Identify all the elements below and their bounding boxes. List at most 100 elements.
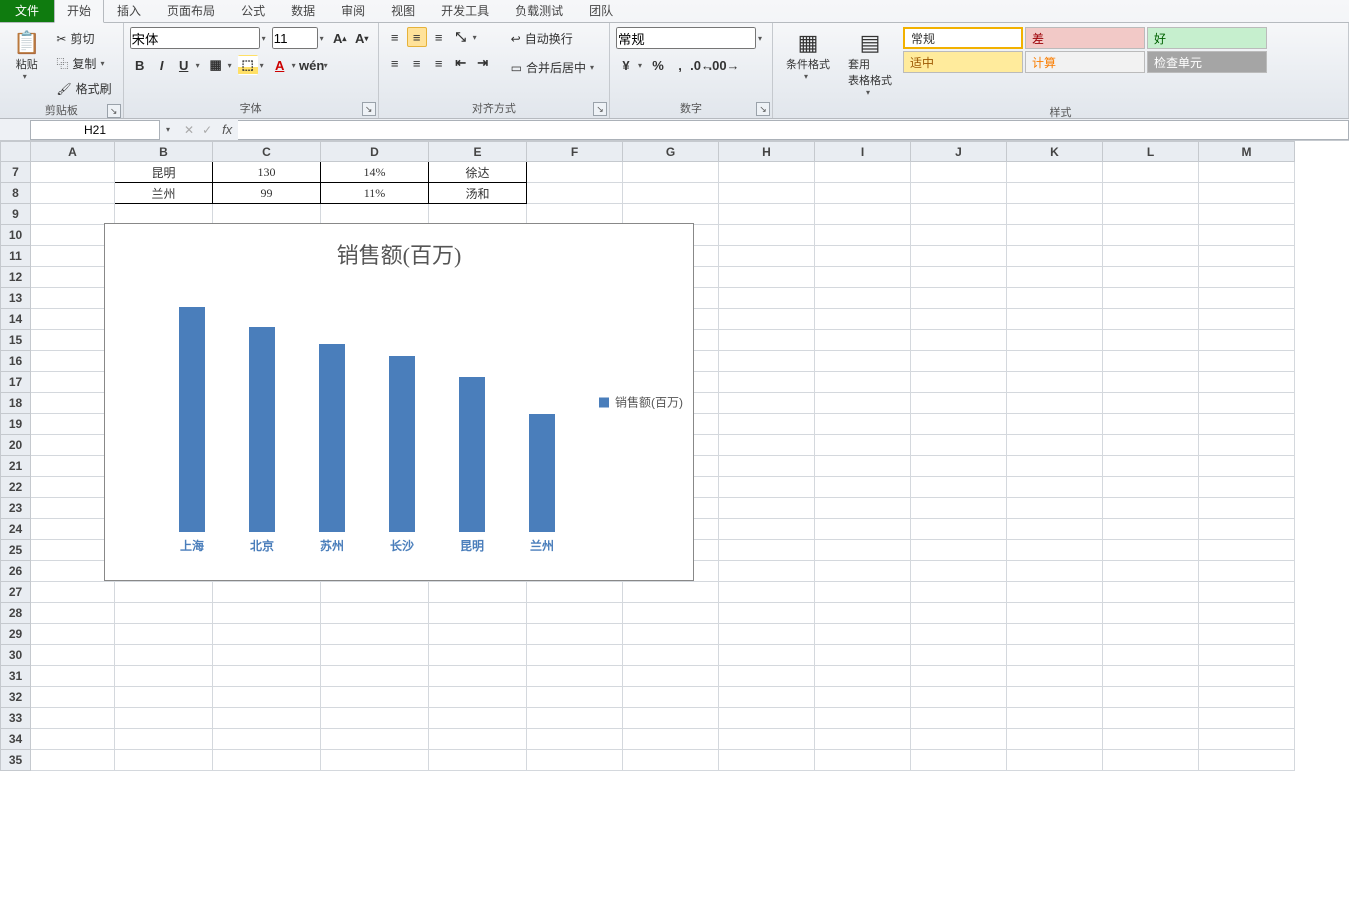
cell[interactable] <box>1007 267 1103 288</box>
cell[interactable] <box>1199 435 1295 456</box>
col-header[interactable]: F <box>527 142 623 162</box>
cell[interactable] <box>815 204 911 225</box>
cell[interactable] <box>527 582 623 603</box>
cell[interactable] <box>213 666 321 687</box>
cell[interactable] <box>31 288 115 309</box>
col-header[interactable]: I <box>815 142 911 162</box>
row-header[interactable]: 24 <box>1 519 31 540</box>
cell[interactable] <box>1199 603 1295 624</box>
cell[interactable] <box>911 582 1007 603</box>
cell[interactable] <box>321 666 429 687</box>
cell[interactable] <box>1007 666 1103 687</box>
cell[interactable] <box>1103 288 1199 309</box>
dialog-launcher-icon[interactable]: ↘ <box>107 104 121 118</box>
cell[interactable] <box>1103 204 1199 225</box>
align-left-button[interactable]: ≡ <box>385 53 405 73</box>
worksheet-grid[interactable]: ABCDEFGHIJKLM7昆明13014%徐达8兰州9911%汤和910111… <box>0 141 1349 912</box>
cell[interactable] <box>527 624 623 645</box>
cell[interactable] <box>213 750 321 771</box>
cell[interactable] <box>1199 687 1295 708</box>
cell[interactable] <box>1199 456 1295 477</box>
cell[interactable]: 汤和 <box>429 183 527 204</box>
format-painter-button[interactable]: 🖌格式刷 <box>51 77 116 100</box>
cell[interactable] <box>1103 540 1199 561</box>
number-format-select[interactable] <box>616 27 756 49</box>
cell[interactable] <box>321 624 429 645</box>
cell[interactable] <box>527 204 623 225</box>
cell[interactable] <box>911 351 1007 372</box>
tab-review[interactable]: 审阅 <box>328 0 378 22</box>
increase-font-button[interactable]: A▴ <box>330 28 350 48</box>
cell[interactable] <box>623 666 719 687</box>
cell[interactable] <box>429 666 527 687</box>
cell[interactable] <box>1007 540 1103 561</box>
cell[interactable] <box>31 708 115 729</box>
cell[interactable]: 兰州 <box>115 183 213 204</box>
cell[interactable] <box>1103 498 1199 519</box>
cell[interactable] <box>1007 183 1103 204</box>
cell[interactable] <box>1007 687 1103 708</box>
cell[interactable] <box>321 750 429 771</box>
tab-formula[interactable]: 公式 <box>228 0 278 22</box>
cell[interactable] <box>911 162 1007 183</box>
cell[interactable] <box>719 414 815 435</box>
cell[interactable] <box>429 750 527 771</box>
cell[interactable] <box>815 435 911 456</box>
row-header[interactable]: 21 <box>1 456 31 477</box>
cell[interactable] <box>31 477 115 498</box>
cell[interactable] <box>1103 183 1199 204</box>
cell[interactable] <box>31 393 115 414</box>
row-header[interactable]: 9 <box>1 204 31 225</box>
cell[interactable] <box>815 183 911 204</box>
cell[interactable] <box>1199 582 1295 603</box>
cell[interactable] <box>815 456 911 477</box>
row-header[interactable]: 8 <box>1 183 31 204</box>
cell[interactable] <box>1199 309 1295 330</box>
cell[interactable] <box>911 540 1007 561</box>
cell[interactable] <box>527 666 623 687</box>
row-header[interactable]: 35 <box>1 750 31 771</box>
cell[interactable] <box>1007 603 1103 624</box>
cell[interactable] <box>1007 435 1103 456</box>
row-header[interactable]: 12 <box>1 267 31 288</box>
cell[interactable]: 130 <box>213 162 321 183</box>
cell[interactable] <box>527 603 623 624</box>
chevron-down-icon[interactable]: ▾ <box>758 34 766 43</box>
cell[interactable] <box>31 729 115 750</box>
cell[interactable] <box>815 330 911 351</box>
decrease-indent-button[interactable]: ⇤ <box>451 53 471 73</box>
cell[interactable] <box>1199 267 1295 288</box>
formula-input[interactable] <box>238 120 1349 140</box>
row-header[interactable]: 20 <box>1 435 31 456</box>
cell[interactable] <box>31 162 115 183</box>
cell[interactable] <box>911 708 1007 729</box>
cell[interactable] <box>719 624 815 645</box>
col-header[interactable]: C <box>213 142 321 162</box>
font-size-input[interactable] <box>272 27 318 49</box>
cell[interactable] <box>623 729 719 750</box>
cell[interactable] <box>911 393 1007 414</box>
cell[interactable] <box>911 729 1007 750</box>
chevron-down-icon[interactable]: ▾ <box>320 34 328 43</box>
cell[interactable] <box>1199 330 1295 351</box>
cell[interactable] <box>321 645 429 666</box>
cell[interactable] <box>31 225 115 246</box>
cell[interactable] <box>1103 309 1199 330</box>
chevron-down-icon[interactable]: ▾ <box>324 61 332 70</box>
cell[interactable] <box>1007 288 1103 309</box>
row-header[interactable]: 34 <box>1 729 31 750</box>
name-box[interactable] <box>30 120 160 140</box>
col-header[interactable]: H <box>719 142 815 162</box>
cell[interactable] <box>719 645 815 666</box>
row-header[interactable]: 30 <box>1 645 31 666</box>
chevron-down-icon[interactable]: ▾ <box>262 34 270 43</box>
cell[interactable] <box>911 225 1007 246</box>
cell[interactable] <box>115 687 213 708</box>
cell[interactable] <box>1103 225 1199 246</box>
row-header[interactable]: 18 <box>1 393 31 414</box>
cell[interactable] <box>31 372 115 393</box>
cell[interactable] <box>115 666 213 687</box>
row-header[interactable]: 19 <box>1 414 31 435</box>
row-header[interactable]: 33 <box>1 708 31 729</box>
cell[interactable] <box>911 519 1007 540</box>
